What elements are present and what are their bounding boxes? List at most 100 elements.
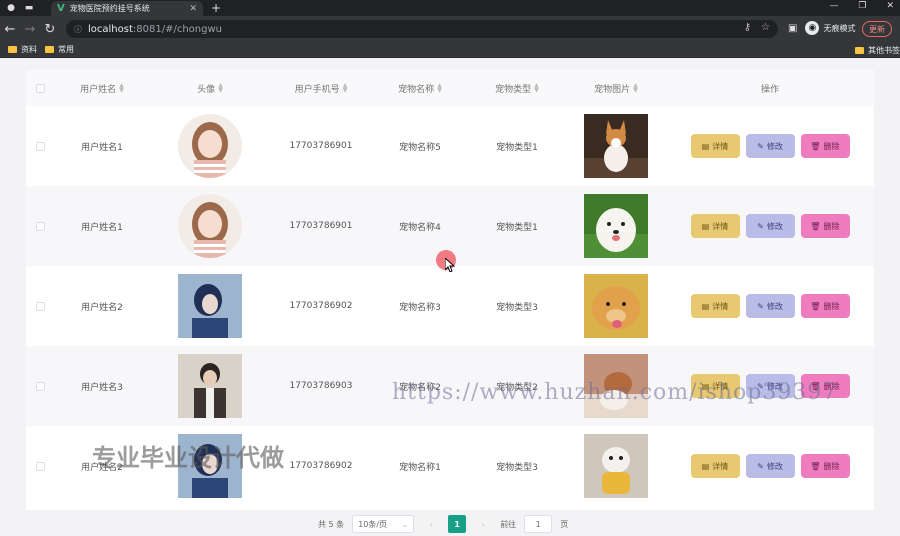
other-bookmarks-label: 其他书签 (868, 46, 900, 55)
maximize-icon[interactable]: ❐ (858, 1, 866, 11)
page-content: 用户姓名 ▲ ▼ 头像 ▲ ▼ 用户手机号 ▲ ▼ 宠物名称 ▲ ▼ 宠物类型 ▲ ▼ 宠物图片 ▲ ▼… (0, 58, 900, 536)
avatar-girl-image (178, 114, 242, 178)
document-icon: ▤ (701, 301, 710, 311)
star-icon[interactable]: ☆ (761, 22, 770, 33)
bookmark-folder-2[interactable]: 常用 (45, 44, 74, 55)
edit-button[interactable]: ✎ 修改 (745, 214, 795, 238)
header-username[interactable]: 用户姓名 ▲ ▼ (54, 70, 150, 106)
goto-page-input[interactable]: 1 (524, 515, 553, 533)
vue-logo-icon: V (57, 3, 65, 14)
browser-address-bar: ← → ↻ ⓘ localhost :8081/#/chongwu ⚷ ☆ ▣ … (0, 16, 900, 42)
row-checkbox[interactable] (35, 301, 45, 311)
cell-username: 用户姓名1 (81, 222, 123, 233)
trash-icon: 🗑 (810, 301, 821, 311)
row-checkbox[interactable] (35, 461, 45, 471)
cell-pet-type: 宠物类型1 (496, 222, 538, 233)
cell-phone: 17703786903 (289, 381, 353, 391)
prev-page-button[interactable]: ‹ (422, 515, 441, 533)
window-controls: — ❐ ✕ (829, 1, 894, 11)
page-number-button[interactable]: 1 (448, 515, 467, 533)
cell-phone: 17703786901 (289, 141, 353, 151)
cell-pet-type: 宠物类型3 (496, 462, 538, 473)
info-icon[interactable]: ⓘ (74, 24, 82, 35)
pet-corgi-image (584, 114, 648, 178)
browser-tab[interactable]: V 宠物医院预约挂号系统 ✕ (51, 1, 203, 16)
detail-button[interactable]: ▤ 详情 (690, 454, 740, 478)
header-pet-name[interactable]: 宠物名称 ▲ ▼ (372, 70, 468, 106)
sort-icon[interactable]: ▲ ▼ (534, 83, 539, 94)
row-checkbox[interactable] (35, 221, 45, 231)
browser-tab-bar: ● ▬ V 宠物医院预约挂号系统 ✕ + — ❐ ✕ (0, 0, 900, 16)
delete-button[interactable]: 🗑 删除 (800, 294, 850, 318)
key-icon[interactable]: ⚷ (744, 22, 751, 33)
sort-icon[interactable]: ▲ ▼ (343, 83, 348, 94)
incognito-indicator[interactable]: ▣ ◉ 无痕模式 (788, 21, 855, 35)
table-row: 用户姓名2 17703786902 宠物名称3 宠物类型3 ▤ 详情 ✎ 修改 🗑 删… (26, 266, 874, 346)
trash-icon: 🗑 (810, 221, 821, 231)
cell-phone: 17703786902 (289, 301, 353, 311)
incognito-icon: ◉ (805, 21, 820, 35)
next-page-button[interactable]: › (474, 515, 493, 533)
forward-icon[interactable]: → (20, 22, 40, 37)
header-phone[interactable]: 用户手机号 ▲ ▼ (270, 70, 372, 106)
edit-button[interactable]: ✎ 修改 (745, 134, 795, 158)
row-checkbox[interactable] (35, 381, 45, 391)
back-icon[interactable]: ← (0, 22, 20, 37)
table-header: 用户姓名 ▲ ▼ 头像 ▲ ▼ 用户手机号 ▲ ▼ 宠物名称 ▲ ▼ 宠物类型 ▲ ▼ 宠物图片 ▲ ▼… (26, 70, 874, 106)
cell-pet-type: 宠物类型3 (496, 302, 538, 313)
avatar-girl-image (178, 194, 242, 258)
close-window-icon[interactable]: ✕ (886, 1, 894, 11)
minimize-icon[interactable]: — (829, 1, 838, 11)
avatar-blue-boy-image (178, 274, 242, 338)
chevron-right-icon: › (481, 519, 485, 529)
trash-icon: 🗑 (810, 461, 821, 471)
edit-icon: ✎ (757, 301, 764, 311)
select-all-checkbox[interactable] (35, 83, 45, 93)
edit-icon: ✎ (757, 221, 764, 231)
detail-button[interactable]: ▤ 详情 (690, 214, 740, 238)
delete-button[interactable]: 🗑 删除 (800, 454, 850, 478)
folder-icon (45, 46, 54, 53)
sort-icon[interactable]: ▲ ▼ (119, 83, 124, 94)
sort-icon[interactable]: ▲ ▼ (633, 83, 638, 94)
reload-icon[interactable]: ↻ (40, 22, 60, 37)
sort-icon[interactable]: ▲ ▼ (437, 83, 442, 94)
delete-button[interactable]: 🗑 删除 (800, 134, 850, 158)
edit-icon: ✎ (757, 141, 764, 151)
url-input[interactable]: ⓘ localhost :8081/#/chongwu ⚷ ☆ (66, 20, 778, 38)
document-icon: ▤ (701, 461, 710, 471)
avatar-man-photo-image (178, 354, 242, 418)
folder-icon (855, 47, 864, 54)
cell-pet-type: 宠物类型1 (496, 142, 538, 153)
pagination: 共 5 条 10条/页 ⌄ ‹ 1 › 前往 1 页 (318, 515, 568, 533)
other-bookmarks[interactable]: 其他书签 (855, 45, 900, 56)
header-pet-type[interactable]: 宠物类型 ▲ ▼ (468, 70, 566, 106)
page-size-value: 10条/页 (358, 519, 388, 529)
cell-pet-name: 宠物名称3 (399, 302, 441, 313)
header-pet-image[interactable]: 宠物图片 ▲ ▼ (566, 70, 666, 106)
new-tab-icon[interactable]: + (211, 1, 221, 15)
row-checkbox[interactable] (35, 141, 45, 151)
bookmarks-bar: 资料 常用 其他书签 (0, 42, 900, 58)
detail-button[interactable]: ▤ 详情 (690, 294, 740, 318)
edit-icon: ✎ (757, 461, 764, 471)
header-avatar[interactable]: 头像 ▲ ▼ (150, 70, 270, 106)
browser-menu-icon[interactable]: ● (4, 1, 18, 15)
tab-strip-icon[interactable]: ▬ (22, 1, 36, 15)
page-size-select[interactable]: 10条/页 ⌄ (352, 515, 415, 533)
cell-pet-name: 宠物名称1 (399, 462, 441, 473)
browser-tab-title: 宠物医院预约挂号系统 (69, 4, 150, 13)
cell-username: 用户姓名1 (81, 142, 123, 153)
bookmark-folder-1[interactable]: 资料 (8, 44, 37, 55)
pet-puppy-yellow-image (584, 434, 648, 498)
close-tab-icon[interactable]: ✕ (189, 4, 197, 14)
edit-button[interactable]: ✎ 修改 (745, 454, 795, 478)
sort-icon[interactable]: ▲ ▼ (218, 83, 223, 94)
update-button[interactable]: 更新 (862, 21, 892, 37)
edit-button[interactable]: ✎ 修改 (745, 294, 795, 318)
folder-icon (8, 46, 17, 53)
cell-phone: 17703786901 (289, 221, 353, 231)
delete-button[interactable]: 🗑 删除 (800, 214, 850, 238)
detail-button[interactable]: ▤ 详情 (690, 134, 740, 158)
sidebar-toggle-icon[interactable]: ▣ (788, 23, 797, 34)
